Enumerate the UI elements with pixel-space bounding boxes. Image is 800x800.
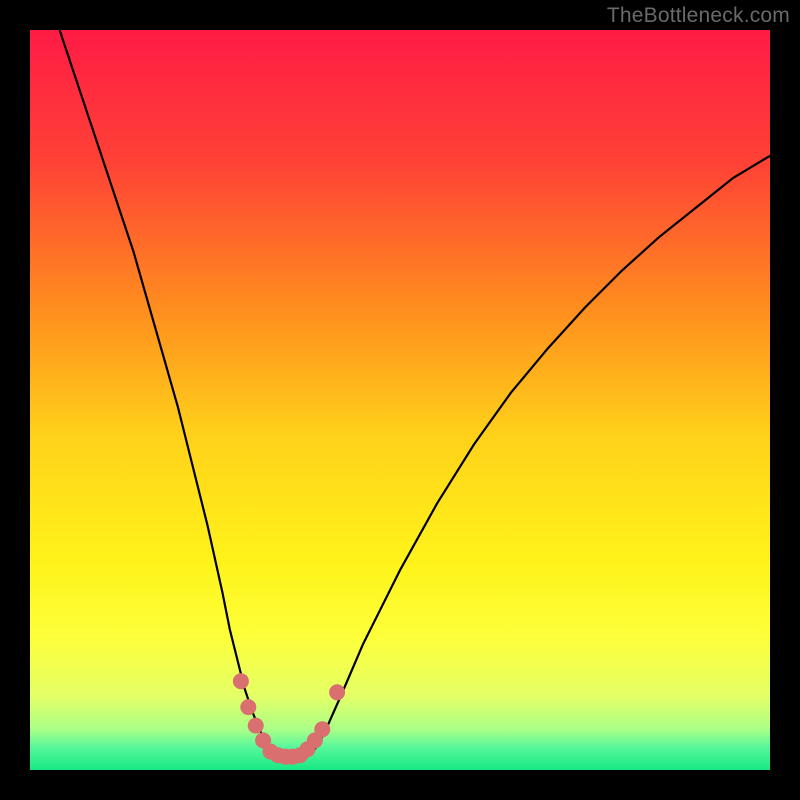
bottleneck-chart	[30, 30, 770, 770]
chart-frame: TheBottleneck.com	[0, 0, 800, 800]
plot-area	[30, 30, 770, 770]
curve-marker	[314, 721, 330, 737]
curve-marker	[248, 718, 264, 734]
watermark-label: TheBottleneck.com	[607, 4, 790, 28]
curve-marker	[329, 684, 345, 700]
gradient-background	[30, 30, 770, 770]
curve-marker	[233, 673, 249, 689]
curve-marker	[240, 699, 256, 715]
